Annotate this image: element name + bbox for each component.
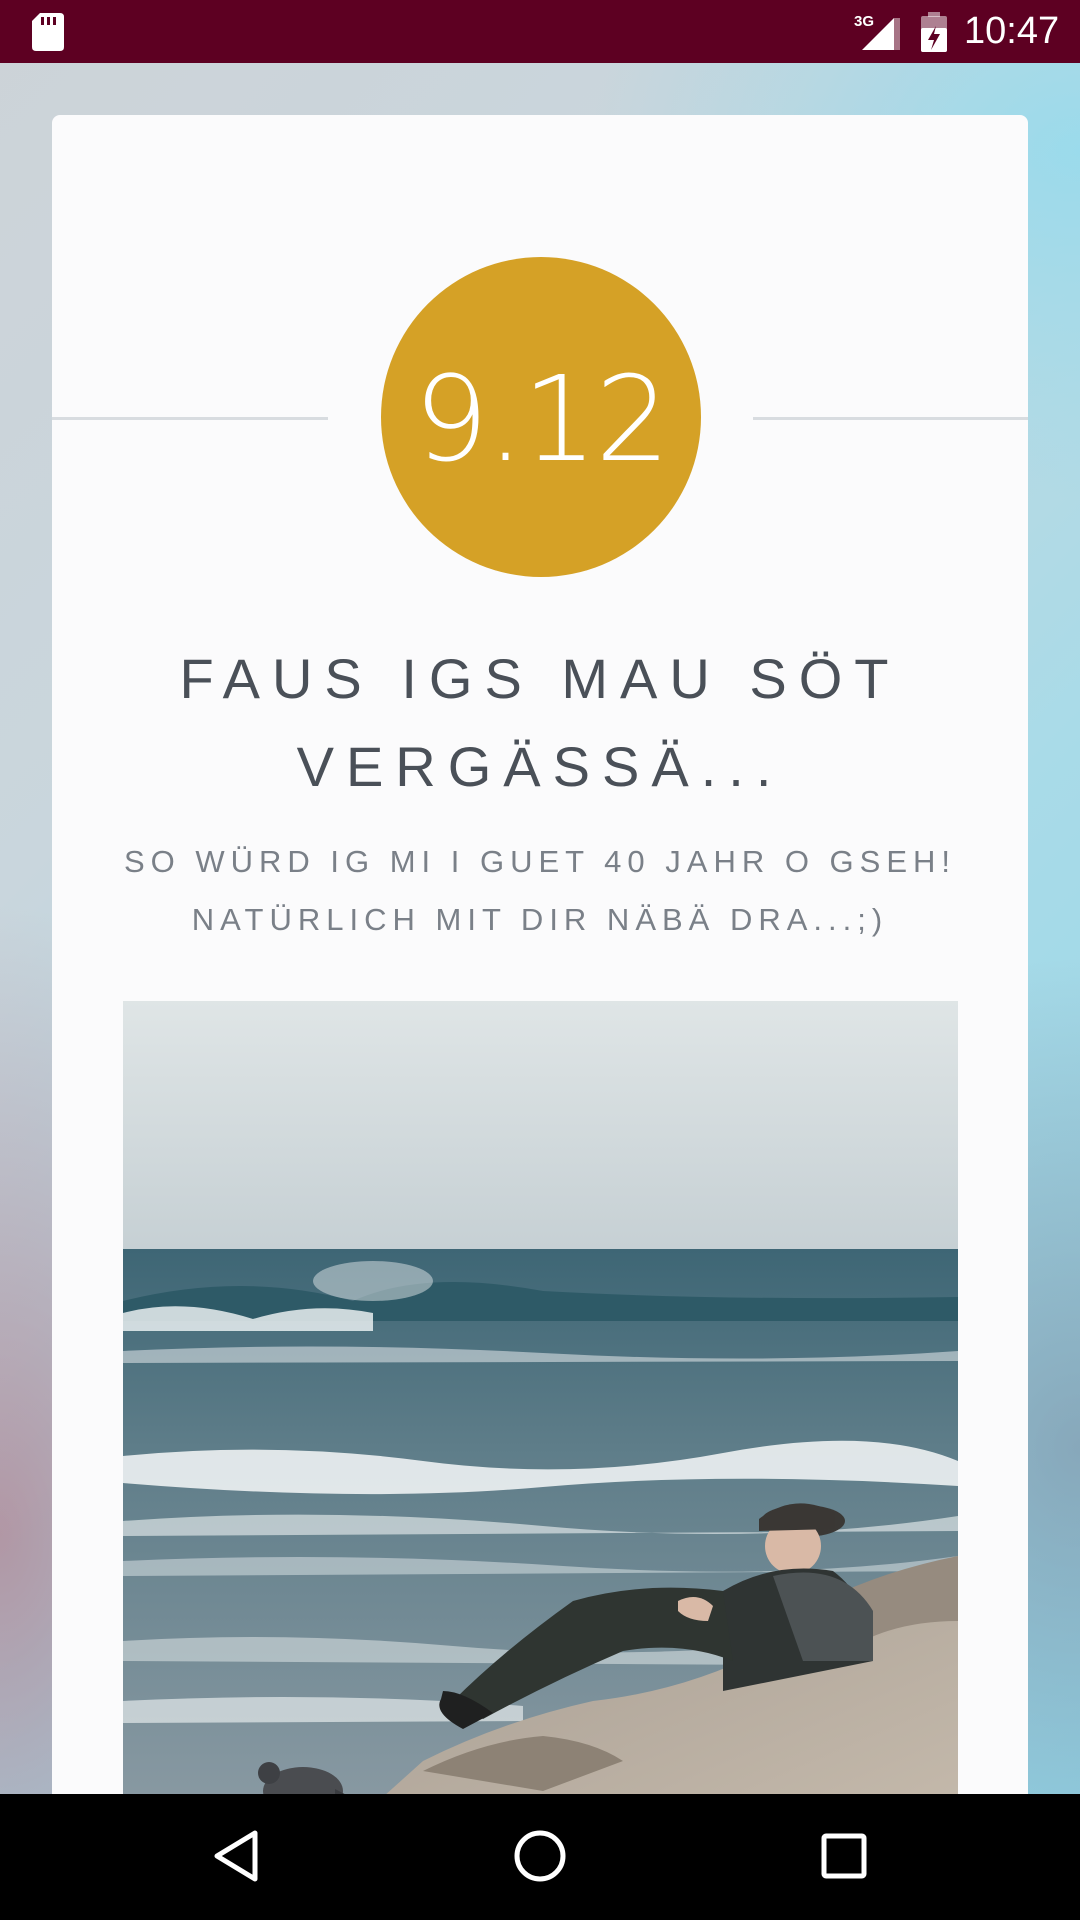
signal-icon: 3G: [854, 13, 900, 50]
battery-icon: [921, 12, 947, 52]
navigation-bar: [0, 1794, 1080, 1920]
recents-icon: [821, 1833, 867, 1879]
sd-card-icon: [32, 13, 64, 51]
divider-right: [753, 417, 1028, 420]
network-type-label: 3G: [854, 13, 874, 30]
post-headline: FAUS IGS MAU SÖT VERGÄSSÄ...: [179, 647, 901, 798]
status-bar: 3G 10:47: [0, 0, 1080, 63]
beach-photo-image: [123, 1001, 958, 1815]
home-button[interactable]: [500, 1816, 580, 1896]
post-card[interactable]: 9.12 FAUS IGS MAU SÖT VERGÄSSÄ... SO WÜR…: [52, 115, 1028, 1815]
back-icon: [214, 1830, 258, 1882]
home-icon: [514, 1830, 566, 1882]
clock: 10:47: [964, 10, 1060, 52]
back-button[interactable]: [196, 1816, 276, 1896]
divider-left: [52, 417, 328, 420]
date-badge: 9.12: [381, 257, 701, 577]
date-text: 9.12: [413, 350, 671, 488]
post-subline: SO WÜRD IG MI I GUET 40 JAHR O GSEH! NAT…: [123, 844, 957, 937]
post-photo[interactable]: [123, 1001, 958, 1815]
recents-button[interactable]: [804, 1816, 884, 1896]
